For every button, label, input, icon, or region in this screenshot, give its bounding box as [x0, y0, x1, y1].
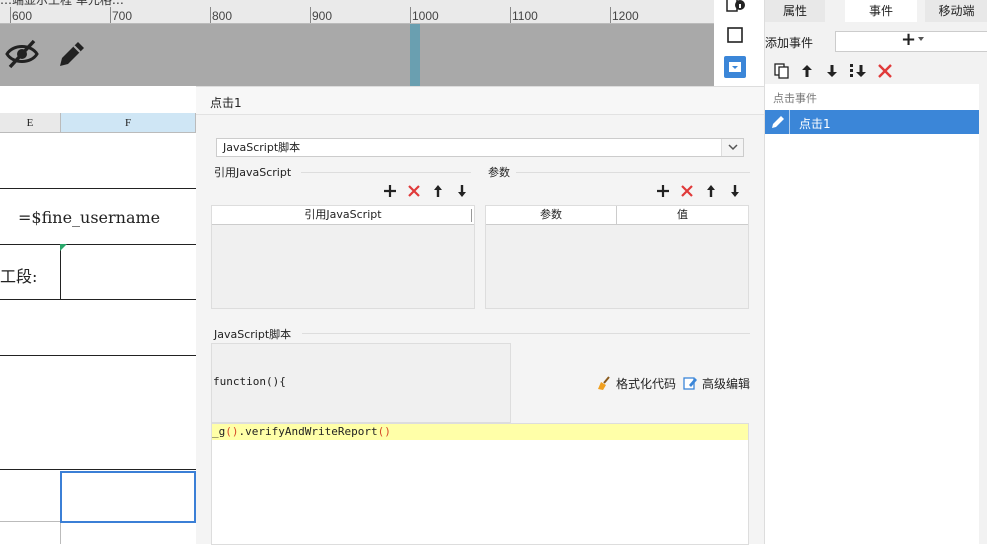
ruler-tick: 900 [312, 9, 333, 23]
ruler-tick: 700 [112, 9, 133, 23]
arrow-up-icon[interactable] [798, 62, 816, 80]
add-event-dropdown[interactable]: + [835, 29, 987, 52]
col-divider [60, 244, 61, 300]
script-label: JavaScript脚本 [214, 328, 292, 341]
code-line-1[interactable]: _g().verifyAndWriteReport() [212, 424, 748, 440]
format-code-label: 格式化代码 [616, 376, 677, 391]
ref-js-column-label: 引用JavaScript [304, 208, 382, 221]
chevron-down-icon [918, 37, 924, 41]
code-paren: ) [231, 425, 239, 438]
ruler-tick: 1200 [612, 9, 639, 23]
column-resizer[interactable] [471, 209, 472, 222]
hide-eye-icon[interactable] [4, 36, 40, 72]
row-divider [0, 188, 196, 189]
row-divider [0, 469, 196, 470]
ruler-tick: 1100 [512, 9, 538, 23]
code-paren: ( [225, 425, 232, 438]
row-divider [0, 299, 196, 300]
event-category: 点击事件 [773, 92, 817, 105]
ref-js-table[interactable]: 引用JavaScript [211, 205, 475, 309]
delete-x-icon[interactable] [405, 182, 423, 200]
arrow-down-icon[interactable] [453, 182, 471, 200]
params-value-header: 值 [616, 206, 748, 225]
arrow-down-icon[interactable] [823, 62, 841, 80]
combo-button[interactable] [721, 139, 743, 156]
edit-doc-icon [683, 377, 697, 390]
params-table[interactable]: 参数 值 [485, 205, 749, 309]
item-separator [789, 110, 790, 134]
column-header-f[interactable]: F [61, 113, 196, 133]
col-divider [60, 521, 61, 544]
edit-pencil-icon [772, 116, 784, 128]
tab-mobile[interactable]: 移动端 [925, 0, 987, 22]
sheet-top-gap [0, 86, 196, 113]
arrow-up-icon[interactable] [702, 182, 720, 200]
column-header-e[interactable]: E [0, 113, 61, 133]
ruler-tick: 1000 [412, 9, 439, 23]
function-header-area: function(){ [211, 343, 511, 423]
delete-x-icon[interactable] [678, 182, 696, 200]
guide-line [410, 24, 420, 86]
format-code-button[interactable]: 格式化代码 [596, 374, 676, 392]
formula-cell[interactable]: =$fine_username [18, 208, 160, 227]
add-event-label: 添加事件 [765, 36, 814, 50]
dropdown-icon [729, 62, 741, 72]
widget-settings-button[interactable] [724, 56, 746, 78]
code-token: .verifyAndWriteReport [238, 425, 378, 438]
params-name-header: 参数 [486, 206, 616, 225]
code-token: _g [212, 425, 226, 438]
event-panel: 属性 事件 移动端 添加事件 + 点击事件 点击1 [764, 0, 987, 544]
broom-icon [598, 376, 610, 390]
label-cell[interactable]: 工段: [0, 263, 37, 287]
advanced-edit-label: 高级编辑 [702, 376, 751, 391]
delete-x-icon[interactable] [876, 62, 894, 80]
add-plus-icon[interactable] [381, 182, 399, 200]
row-divider [0, 355, 196, 356]
tool-strip [714, 0, 764, 86]
params-toolbar [654, 182, 744, 202]
chevron-down-icon [728, 144, 738, 151]
section-divider [302, 333, 750, 334]
event-list: 点击事件 点击1 [765, 84, 979, 544]
function-header: function(){ [213, 375, 286, 388]
copy-icon[interactable] [773, 62, 791, 80]
section-divider [301, 172, 471, 173]
ruler-tick: 600 [12, 9, 33, 23]
move-bottom-icon[interactable] [848, 62, 868, 80]
cut-off-title: …端显示工程 单元格… [0, 0, 124, 7]
frame-icon[interactable] [724, 24, 746, 46]
ref-js-label: 引用JavaScript [214, 166, 292, 179]
edit-pencil-icon[interactable] [54, 36, 90, 72]
ref-js-column-header: 引用JavaScript [212, 206, 474, 225]
section-divider [516, 172, 750, 173]
advanced-edit-button[interactable]: 高级编辑 [682, 374, 750, 392]
event-item-label: 点击1 [799, 117, 831, 131]
horizontal-ruler: 600 700 800 900 1000 1100 1200 …端显示工程 单元… [0, 0, 714, 24]
event-toolbar [765, 60, 987, 82]
ref-js-toolbar [381, 182, 471, 202]
cell-marker [60, 244, 67, 251]
ruler-tick: 800 [212, 9, 233, 23]
params-label: 参数 [488, 166, 510, 179]
script-type-value: JavaScript脚本 [223, 141, 301, 154]
event-item-click1[interactable]: 点击1 [765, 110, 979, 134]
tab-events[interactable]: 事件 [845, 0, 917, 22]
code-paren: ) [384, 425, 391, 438]
code-editor[interactable]: _g().verifyAndWriteReport() [211, 423, 749, 545]
add-plus-icon: + [901, 29, 917, 50]
params-value-label: 值 [677, 208, 688, 221]
info-icon[interactable] [725, 0, 747, 16]
selected-cell[interactable] [60, 471, 196, 523]
row-divider [0, 244, 196, 245]
tab-properties[interactable]: 属性 [765, 0, 825, 22]
dialog-title: 点击1 [210, 96, 242, 110]
dialog-titlebar: 点击1 [196, 87, 764, 115]
script-type-select[interactable]: JavaScript脚本 [216, 138, 744, 157]
params-name-label: 参数 [540, 208, 562, 221]
add-plus-icon[interactable] [654, 182, 672, 200]
arrow-down-icon[interactable] [726, 182, 744, 200]
event-dialog: 点击1 JavaScript脚本 引用JavaScript 引用JavaScri… [196, 86, 764, 545]
arrow-up-icon[interactable] [429, 182, 447, 200]
